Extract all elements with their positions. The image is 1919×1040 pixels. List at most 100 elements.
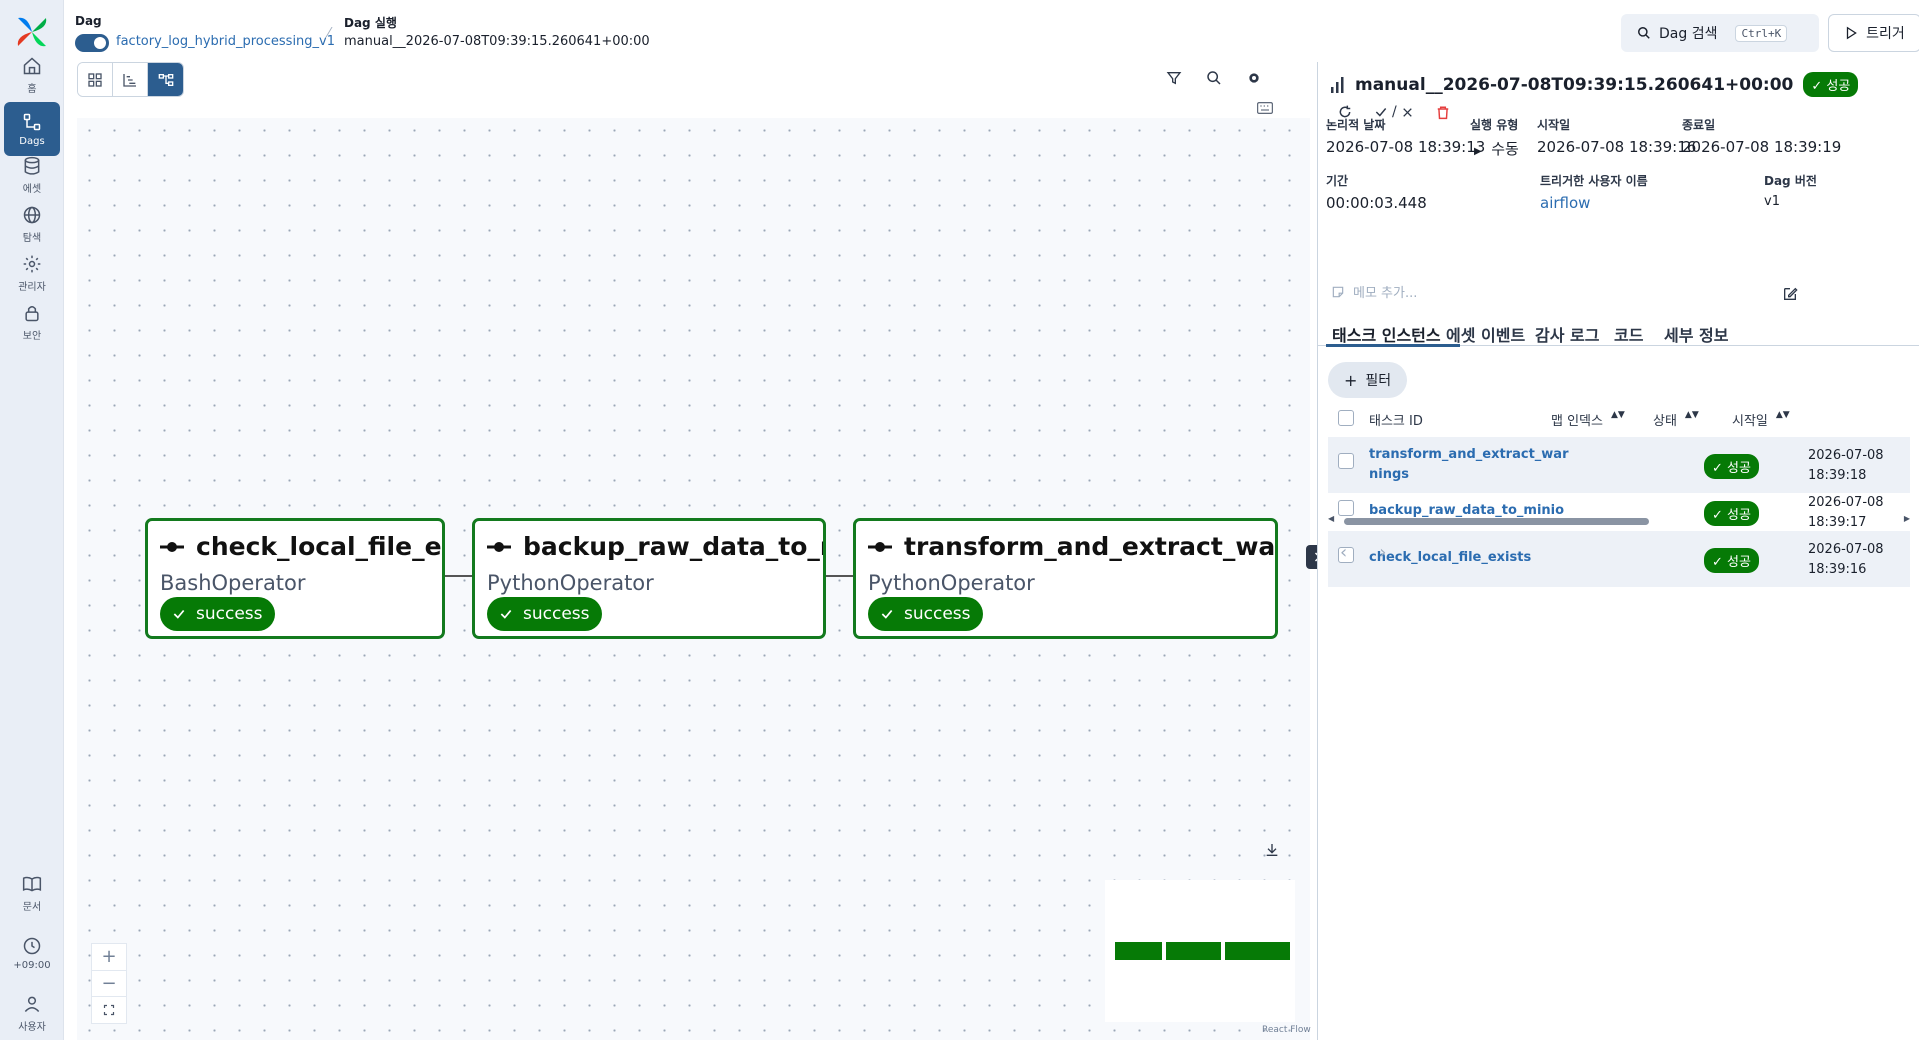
fit-view-button[interactable] <box>92 997 126 1023</box>
trash-icon[interactable] <box>1436 105 1450 120</box>
meta-triggered-by-label: 트리거한 사용자 이름 <box>1540 174 1648 188</box>
task-node-backup-raw-data-to-minio[interactable]: backup_raw_data_to_minio PythonOperator … <box>472 518 826 639</box>
row-checkbox[interactable] <box>1338 500 1354 516</box>
dag-pause-toggle[interactable] <box>75 34 109 52</box>
meta-triggered-by[interactable]: airflow <box>1540 194 1590 212</box>
pagination: ‹ › <box>1340 542 1386 563</box>
bar-chart-icon <box>1331 76 1344 93</box>
meta-end: 2026-07-08 18:39:19 <box>1682 138 1842 156</box>
download-icon[interactable] <box>1261 839 1283 861</box>
graph-view-button[interactable] <box>148 63 183 96</box>
gear-icon <box>23 255 41 272</box>
nav-browse[interactable]: 탐색 <box>4 197 60 251</box>
book-icon <box>22 876 42 892</box>
operator-icon <box>487 541 511 552</box>
dag-search-button[interactable]: Dag 검색 Ctrl+K <box>1621 14 1819 52</box>
nav-dags-label: Dags <box>19 135 45 147</box>
filter-icon[interactable] <box>1163 67 1185 89</box>
tab-audit-log[interactable]: 감사 로그 <box>1535 322 1599 346</box>
zoom-in-button[interactable]: + <box>92 944 126 971</box>
panel-run-name: manual__2026-07-08T09:39:15.260641+00:00 <box>1355 74 1794 95</box>
tab-code[interactable]: 코드 <box>1614 322 1643 346</box>
tab-task-instances[interactable]: 태스크 인스턴스 <box>1332 322 1441 346</box>
tab-details[interactable]: 세부 정보 <box>1664 322 1728 346</box>
run-status-badge: ✓ 성공 <box>1803 72 1859 97</box>
nav-admin[interactable]: 관리자 <box>4 246 60 300</box>
row-start-date: 2026-07-08 18:39:17 <box>1808 493 1884 533</box>
meta-version: v1 <box>1764 194 1780 209</box>
panel-title: manual__2026-07-08T09:39:15.260641+00:00… <box>1331 72 1859 97</box>
add-note-button[interactable]: 메모 추가... <box>1331 282 1417 301</box>
zoom-out-button[interactable]: − <box>92 971 126 998</box>
next-page-icon[interactable]: › <box>1379 542 1386 563</box>
nav-home-label: 홈 <box>27 83 37 95</box>
meta-duration: 00:00:03.448 <box>1326 194 1427 212</box>
nav-admin-label: 관리자 <box>18 281 46 293</box>
row-checkbox[interactable] <box>1338 453 1354 469</box>
breadcrumb-dag-link[interactable]: factory_log_hybrid_processing_v1 <box>116 34 335 49</box>
table-horizontal-scrollbar[interactable]: ◀ ▶ <box>1328 514 1910 526</box>
nav-docs[interactable]: 문서 <box>4 866 60 920</box>
col-map-index-label: 맵 인덱스 <box>1551 414 1603 429</box>
play-icon <box>1847 26 1858 40</box>
col-start-date-label: 시작일 <box>1732 414 1768 429</box>
operator-icon <box>868 541 892 552</box>
prev-page-icon[interactable]: ‹ <box>1340 542 1347 563</box>
nav-user[interactable]: 사용자 <box>4 986 60 1040</box>
row-status-badge: ✓ 성공 <box>1704 548 1759 573</box>
meta-run-type-text: 수동 <box>1491 140 1519 158</box>
table-row[interactable]: check_local_file_exists ✓ 성공 2026-07-08 1… <box>1328 531 1910 587</box>
task-node-check-local-file-exists[interactable]: check_local_file_exists BashOperator suc… <box>145 518 445 639</box>
airflow-logo[interactable] <box>14 14 50 50</box>
row-time: 18:39:16 <box>1808 562 1867 577</box>
clock-icon <box>23 937 41 954</box>
edge-1-2 <box>443 575 473 577</box>
col-map-index[interactable]: 맵 인덱스 ▲▼ <box>1551 410 1625 429</box>
row-time: 18:39:18 <box>1808 468 1867 483</box>
search-label: Dag 검색 <box>1659 26 1718 42</box>
meta-logical-date: 2026-07-08 18:39:13 <box>1326 138 1486 156</box>
scroll-right-icon[interactable]: ▶ <box>1904 514 1910 523</box>
col-start-date[interactable]: 시작일 ▲▼ <box>1732 410 1790 429</box>
breadcrumb-dag-label: Dag <box>75 14 102 28</box>
scrollbar-thumb[interactable] <box>1344 518 1649 525</box>
database-icon <box>24 156 40 175</box>
edit-icon[interactable] <box>1782 286 1798 302</box>
graph-search-icon[interactable] <box>1203 67 1225 89</box>
react-flow-attribution[interactable]: React Flow <box>1262 1025 1311 1035</box>
meta-start: 2026-07-08 18:39:16 <box>1537 138 1697 156</box>
nav-security[interactable]: 보안 <box>4 295 60 349</box>
trigger-button[interactable]: 트리거 <box>1828 14 1919 52</box>
select-all-checkbox[interactable] <box>1338 410 1354 426</box>
gantt-view-button[interactable] <box>113 63 148 96</box>
col-status[interactable]: 상태 ▲▼ <box>1653 410 1699 429</box>
scroll-left-icon[interactable]: ◀ <box>1328 514 1334 523</box>
meta-version-label: Dag 버전 <box>1764 174 1817 188</box>
active-tab-indicator <box>1326 344 1460 347</box>
nav-assets[interactable]: 에셋 <box>4 148 60 202</box>
run-details-panel: manual__2026-07-08T09:39:15.260641+00:00… <box>1317 62 1919 1040</box>
nav-home[interactable]: 홈 <box>4 48 60 102</box>
nav-timezone[interactable]: +09:00 <box>4 926 60 980</box>
sort-icon: ▲▼ <box>1775 410 1790 420</box>
row-task-id[interactable]: check_local_file_exists <box>1369 548 1574 568</box>
task-node-status-text: success <box>196 604 263 624</box>
add-filter-button[interactable]: + 필터 <box>1328 362 1408 398</box>
grid-view-button[interactable] <box>78 63 113 96</box>
task-node-title-text: check_local_file_exists <box>196 532 442 561</box>
row-start-date: 2026-07-08 18:39:18 <box>1808 446 1884 486</box>
tab-asset-events[interactable]: 에셋 이벤트 <box>1446 322 1525 346</box>
task-node-transform-and-extract-warnings[interactable]: transform_and_extract_warnings PythonOpe… <box>853 518 1278 639</box>
dags-icon <box>23 113 41 130</box>
task-node-title: backup_raw_data_to_minio <box>487 532 823 561</box>
row-task-id[interactable]: transform_and_extract_warnings <box>1369 445 1574 485</box>
row-status-text: 성공 <box>1727 555 1751 570</box>
col-task-id[interactable]: 태스크 ID <box>1369 410 1423 429</box>
row-start-date: 2026-07-08 18:39:16 <box>1808 540 1884 580</box>
check-icon <box>173 609 185 619</box>
settings-icon[interactable] <box>1243 67 1265 89</box>
graph-minimap[interactable] <box>1105 880 1295 1022</box>
keyboard-icon[interactable] <box>1254 97 1276 119</box>
meta-start-label: 시작일 <box>1537 118 1571 132</box>
row-status-badge: ✓ 성공 <box>1704 454 1759 479</box>
